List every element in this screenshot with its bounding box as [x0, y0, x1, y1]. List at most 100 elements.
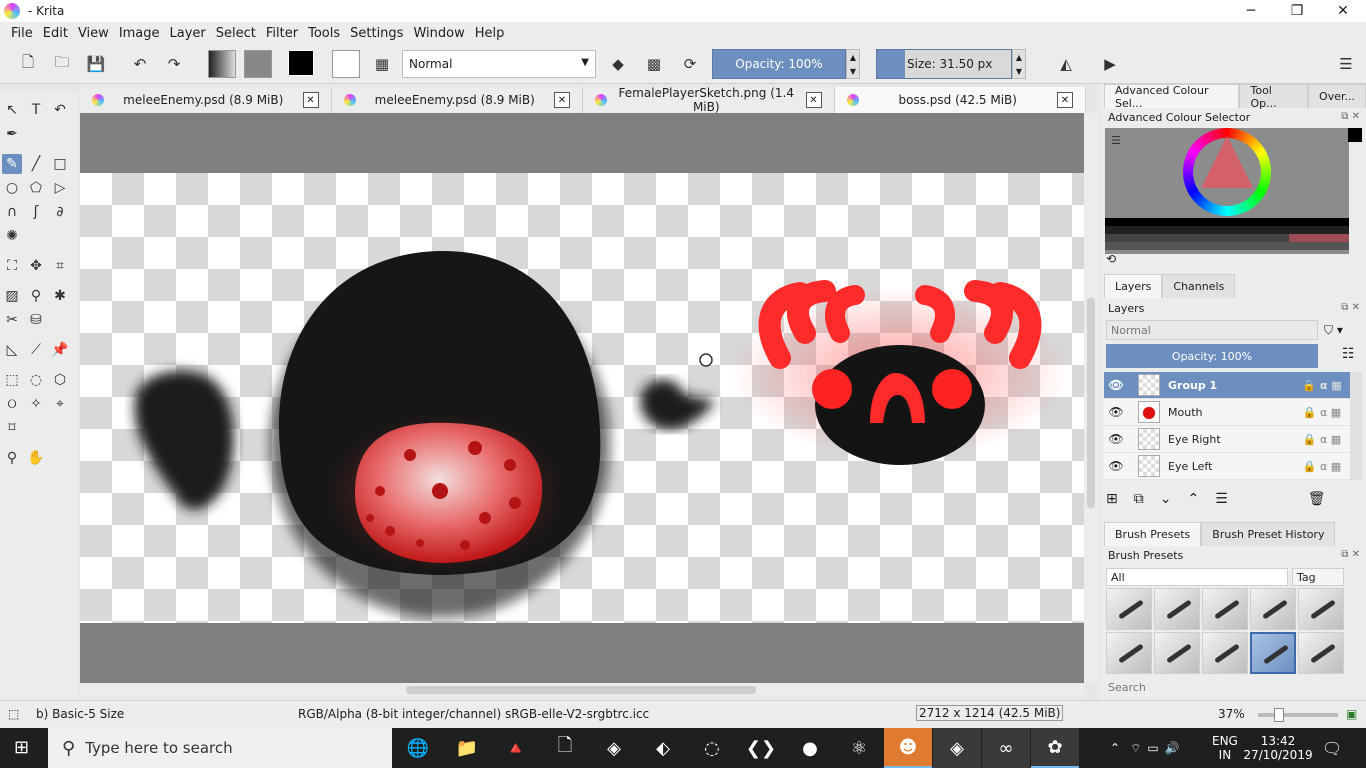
- select-shape-tool-icon[interactable]: ↖: [2, 100, 22, 120]
- mirror-vertical-icon[interactable]: ▶: [1098, 52, 1122, 76]
- text-tool-icon[interactable]: T: [26, 100, 46, 120]
- brush-preset[interactable]: [1106, 588, 1152, 630]
- layer-settings-icon[interactable]: ☰: [1215, 491, 1228, 507]
- windows-start-icon[interactable]: ⊞: [14, 738, 34, 758]
- close-icon[interactable]: ✕: [302, 92, 319, 108]
- rectangle-tool-icon[interactable]: □: [50, 154, 70, 174]
- zoom-level[interactable]: 37%: [1218, 707, 1245, 721]
- assistant-tool-icon[interactable]: ◺: [2, 340, 22, 360]
- horizontal-scroll-thumb[interactable]: [406, 686, 756, 694]
- eye-icon[interactable]: 👁: [1104, 405, 1128, 419]
- atom-icon[interactable]: ⚛: [835, 728, 883, 768]
- brush-preset[interactable]: [1298, 588, 1344, 630]
- unity-hub-icon[interactable]: ◈: [933, 728, 981, 768]
- tab-advanced-colour-selector[interactable]: Advanced Colour Sel...: [1104, 84, 1240, 110]
- layer-opacity-slider[interactable]: Opacity: 100%: [1106, 344, 1318, 368]
- vlc-icon[interactable]: 🔺: [492, 728, 540, 768]
- contiguous-select-tool-icon[interactable]: ⌖: [50, 394, 70, 414]
- eraser-icon[interactable]: ◆: [606, 52, 630, 76]
- fill-tool-icon[interactable]: ⛁: [26, 310, 46, 330]
- menu-view[interactable]: View: [73, 26, 114, 41]
- polygon-tool-icon[interactable]: ⬠: [26, 178, 46, 198]
- menu-edit[interactable]: Edit: [38, 26, 73, 41]
- layer-flags[interactable]: 🔒 α ▦: [1294, 433, 1350, 446]
- ellipse-select-tool-icon[interactable]: ◌: [26, 370, 46, 390]
- discord-icon[interactable]: ☻: [884, 728, 932, 768]
- unity-icon[interactable]: ◈: [590, 728, 638, 768]
- brush-preset-selector[interactable]: [332, 50, 360, 78]
- document-tab-active[interactable]: boss.psd (42.5 MiB) ✕: [834, 87, 1086, 113]
- add-layer-icon[interactable]: ⊞: [1106, 491, 1118, 507]
- crop-tool-icon[interactable]: ⌗: [50, 256, 70, 276]
- layer-flags[interactable]: 🔒 α ▦: [1294, 460, 1350, 473]
- menu-image[interactable]: Image: [114, 26, 165, 41]
- clock[interactable]: 13:42 27/10/2019: [1243, 728, 1312, 768]
- line-tool-icon[interactable]: ╱: [26, 154, 46, 174]
- canvas-fit-icon[interactable]: ▣: [1346, 707, 1357, 721]
- transform-tool-icon[interactable]: ⛶: [2, 256, 22, 276]
- close-window-button[interactable]: ✕: [1320, 0, 1366, 22]
- calligraphy-tool-icon[interactable]: ✒: [2, 124, 22, 144]
- file-explorer-icon[interactable]: 📁: [443, 728, 491, 768]
- image-dimensions[interactable]: 2712 x 1214 (42.5 MiB): [916, 705, 1064, 721]
- brush-preset[interactable]: [1202, 588, 1248, 630]
- move-layer-up-icon[interactable]: ⌃: [1187, 491, 1199, 507]
- volume-icon[interactable]: 🔊: [1165, 741, 1180, 755]
- vscode-icon[interactable]: ❮❯: [737, 728, 785, 768]
- tab-tool-options[interactable]: Tool Op...: [1239, 84, 1309, 110]
- color-picker-tool-icon[interactable]: ⚲: [26, 286, 46, 306]
- document-tab[interactable]: meleeEnemy.psd (8.9 MiB) ✕: [80, 87, 332, 113]
- move-layer-down-icon[interactable]: ⌄: [1160, 491, 1172, 507]
- undo-icon[interactable]: ↶: [128, 52, 152, 76]
- layer-flags[interactable]: 🔒 α ▦: [1294, 379, 1350, 392]
- alpha-lock-icon[interactable]: ▩: [642, 52, 666, 76]
- eye-icon[interactable]: 👁: [1104, 432, 1128, 446]
- refresh-icon[interactable]: ⟲: [1106, 252, 1116, 266]
- rect-select-tool-icon[interactable]: ⬚: [2, 370, 22, 390]
- gradient-selector[interactable]: [208, 50, 236, 78]
- brush-preset[interactable]: [1154, 588, 1200, 630]
- brush-preset-selected[interactable]: [1250, 632, 1296, 674]
- sourcetree-icon[interactable]: ⬖: [639, 728, 687, 768]
- mirror-horizontal-icon[interactable]: ◭: [1054, 52, 1078, 76]
- settings-icon[interactable]: ☰: [1111, 134, 1121, 147]
- float-close-icon[interactable]: ⧉ ✕: [1341, 111, 1360, 122]
- colour-selector-area[interactable]: ☰: [1105, 128, 1349, 254]
- dynamic-brush-tool-icon[interactable]: ∂: [50, 202, 70, 222]
- menu-help[interactable]: Help: [470, 26, 510, 41]
- pan-tool-icon[interactable]: ✋: [26, 448, 46, 468]
- tab-brush-preset-history[interactable]: Brush Preset History: [1201, 522, 1336, 546]
- bezier-tool-icon[interactable]: ∩: [2, 202, 22, 222]
- new-document-icon[interactable]: 🗋: [16, 52, 40, 76]
- multibrush-tool-icon[interactable]: ✺: [2, 226, 22, 246]
- brush-preset[interactable]: [1202, 632, 1248, 674]
- tab-layers[interactable]: Layers: [1104, 274, 1163, 298]
- layer-list-scrollbar[interactable]: [1350, 372, 1362, 480]
- notifications-icon[interactable]: 🗨: [1322, 728, 1342, 768]
- grid-icon[interactable]: ▦: [370, 52, 394, 76]
- measure-tool-icon[interactable]: ⟋: [26, 340, 46, 360]
- close-icon[interactable]: ✕: [1057, 92, 1073, 108]
- close-icon[interactable]: ✕: [554, 92, 570, 108]
- battery-icon[interactable]: ▭: [1147, 741, 1158, 755]
- layer-row[interactable]: 👁 Eye Right 🔒 α ▦: [1104, 426, 1350, 453]
- open-folder-icon[interactable]: 🗀: [50, 52, 74, 76]
- chrome-icon[interactable]: 🌐: [394, 728, 442, 768]
- canvas-viewport[interactable]: [80, 113, 1084, 683]
- tab-brush-presets[interactable]: Brush Presets: [1104, 522, 1202, 546]
- redo-icon[interactable]: ↷: [162, 52, 186, 76]
- document-tab[interactable]: FemalePlayerSketch.png (1.4 MiB) ✕: [583, 86, 835, 114]
- move-tool-icon[interactable]: ✥: [26, 256, 46, 276]
- menu-select[interactable]: Select: [211, 26, 261, 41]
- pattern-selector[interactable]: [244, 50, 272, 78]
- document-app-icon[interactable]: 🗋: [541, 728, 589, 768]
- polyline-tool-icon[interactable]: ▷: [50, 178, 70, 198]
- close-icon[interactable]: ✕: [805, 92, 822, 108]
- float-close-icon[interactable]: ⧉ ✕: [1341, 549, 1360, 560]
- visual-studio-icon[interactable]: ∞: [982, 728, 1030, 768]
- vertical-scroll-thumb[interactable]: [1087, 298, 1095, 508]
- krita-taskbar-icon[interactable]: ✿: [1031, 728, 1079, 768]
- minimize-button[interactable]: ─: [1228, 0, 1274, 22]
- chevron-up-icon[interactable]: ⌃: [1110, 741, 1120, 755]
- menu-layer[interactable]: Layer: [165, 26, 211, 41]
